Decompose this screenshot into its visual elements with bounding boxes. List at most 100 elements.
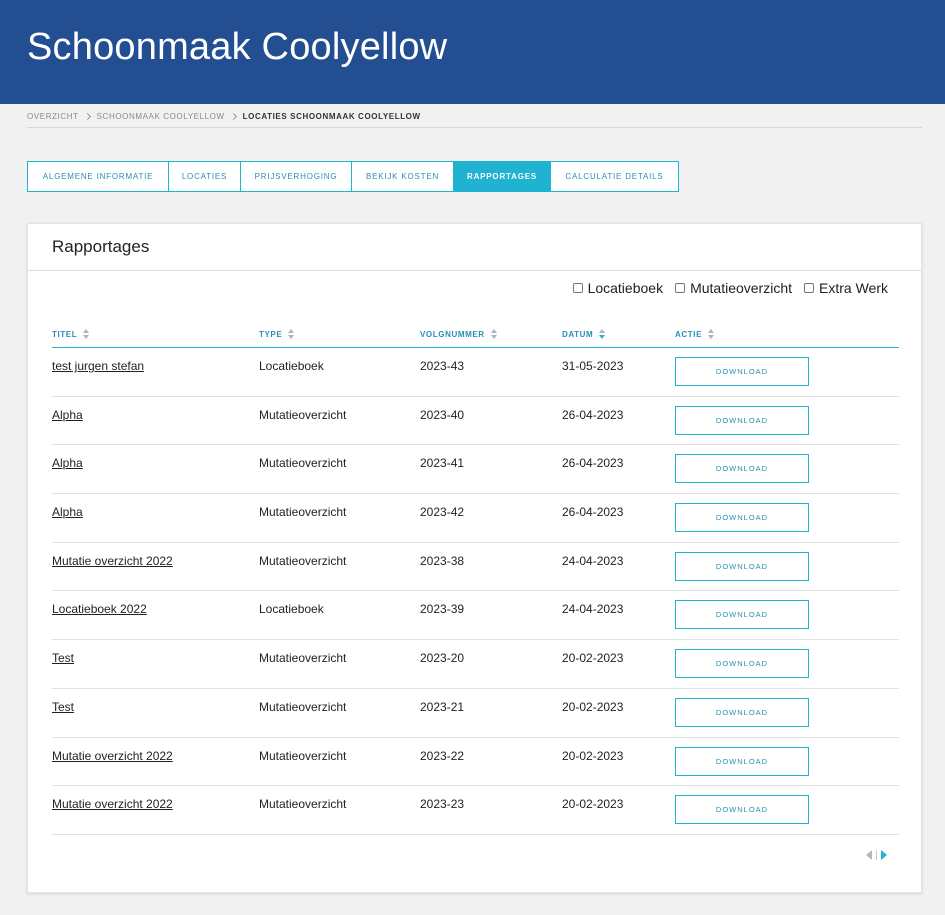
column-header-actie[interactable]: Actie (675, 320, 714, 348)
report-datum: 26-04-2023 (562, 456, 624, 471)
tab-calculatie-details[interactable]: Calculatie details (550, 161, 679, 192)
card-title: Rapportages (52, 237, 150, 256)
report-datum: 24-04-2023 (562, 553, 624, 568)
checkbox[interactable] (572, 283, 583, 293)
report-volgnummer: 2023-38 (420, 553, 465, 568)
report-datum: 26-04-2023 (562, 505, 624, 520)
caret-left-icon[interactable] (866, 850, 872, 860)
breadcrumb-item-current: Locaties Schoonmaak Coolyellow (242, 112, 421, 121)
download-button[interactable]: Download (675, 454, 809, 484)
column-header-datum[interactable]: Datum (562, 320, 606, 348)
table-row: Test Mutatieoverzicht 2023-20 20-02-2023 Dow… (52, 640, 899, 689)
column-header-titel[interactable]: Titel (52, 320, 90, 348)
chevron-right-icon (229, 112, 237, 121)
table-row: Test Mutatieoverzicht 2023-21 20-02-2023 Dow… (52, 689, 899, 738)
table-body: test jurgen stefan Locatieboek 2023-43 31-0… (52, 348, 899, 835)
download-button[interactable]: Download (675, 697, 809, 727)
report-type: Mutatieoverzicht (259, 407, 347, 422)
table-row: Alpha Mutatieoverzicht 2023-41 26-04-2023 Do… (52, 445, 899, 495)
report-type: Mutatieoverzicht (259, 553, 347, 568)
tab-rapportages[interactable]: Rapportages (453, 161, 551, 192)
type-filters: Locatieboek Mutatieoverzicht Extra Werk (572, 280, 888, 296)
sort-icon (83, 329, 90, 339)
checkbox[interactable] (804, 283, 815, 293)
divider (876, 850, 877, 860)
breadcrumb-item-schoonmaak[interactable]: Schoonmaak Coolyellow (97, 112, 225, 121)
download-button[interactable]: Download (675, 357, 809, 386)
download-button[interactable]: Download (675, 503, 809, 533)
report-title-link[interactable]: Mutatie overzicht 2022 (52, 797, 173, 811)
report-title-link[interactable]: Mutatie overzicht 2022 (52, 749, 173, 763)
sort-desc-icon (599, 329, 606, 339)
report-volgnummer: 2023-23 (420, 797, 465, 812)
filter-label: Locatieboek (587, 280, 664, 296)
report-title-link[interactable]: Locatieboek 2022 (52, 602, 147, 616)
filter-label: Mutatieoverzicht (690, 280, 793, 296)
report-datum: 20-02-2023 (562, 797, 624, 812)
column-header-volgnummer[interactable]: Volgnummer (420, 320, 497, 348)
tab-bekijk-kosten[interactable]: Bekijk kosten (351, 161, 454, 192)
report-title-link[interactable]: test jurgen stefan (52, 359, 144, 373)
chevron-right-icon (83, 112, 91, 121)
report-title-link[interactable]: Mutatie overzicht 2022 (52, 554, 173, 568)
download-button[interactable]: Download (675, 600, 809, 630)
table-header: Titel Type Volgnummer Datum Actie (52, 320, 899, 348)
rapportages-card: Rapportages Locatieboek Mutatieoverzicht… (27, 223, 922, 893)
report-title-link[interactable]: Test (52, 700, 74, 714)
table-row: test jurgen stefan Locatieboek 2023-43 31-0… (52, 348, 899, 397)
download-button[interactable]: Download (675, 795, 809, 825)
tab-algemene-informatie[interactable]: Algemene informatie (27, 161, 169, 192)
report-volgnummer: 2023-43 (420, 359, 465, 373)
report-type: Mutatieoverzicht (259, 699, 347, 714)
filter-label: Extra Werk (819, 280, 888, 296)
download-button[interactable]: Download (675, 746, 809, 776)
table-row: Locatieboek 2022 Locatieboek 2023-39 24-04-… (52, 591, 899, 641)
sort-icon (708, 329, 714, 339)
breadcrumb-item-overzicht[interactable]: Overzicht (27, 112, 79, 121)
report-type: Locatieboek (259, 359, 324, 373)
filter-locatieboek[interactable]: Locatieboek (572, 280, 664, 296)
report-title-link[interactable]: Alpha (52, 456, 83, 470)
report-type: Mutatieoverzicht (259, 797, 347, 812)
tab-bar: Algemene informatie Locaties Prijsverhog… (27, 161, 679, 192)
sort-icon (288, 329, 295, 339)
page-header: Schoonmaak Coolyellow (0, 0, 945, 104)
table-row: Mutatie overzicht 2022 Mutatieoverzicht 20… (52, 786, 899, 835)
report-volgnummer: 2023-41 (420, 456, 465, 471)
report-type: Mutatieoverzicht (259, 651, 347, 666)
report-datum: 31-05-2023 (562, 359, 624, 373)
report-title-link[interactable]: Alpha (52, 408, 83, 422)
table-row: Alpha Mutatieoverzicht 2023-42 26-04-2023 Do… (52, 494, 899, 543)
table-row: Alpha Mutatieoverzicht 2023-40 26-04-2023 Do… (52, 397, 899, 446)
caret-right-icon[interactable] (881, 850, 887, 860)
report-volgnummer: 2023-40 (420, 407, 465, 422)
report-title-link[interactable]: Alpha (52, 505, 83, 519)
download-button[interactable]: Download (675, 551, 809, 581)
report-datum: 20-02-2023 (562, 699, 624, 714)
filter-extra-werk[interactable]: Extra Werk (804, 280, 888, 296)
report-volgnummer: 2023-42 (420, 505, 465, 520)
breadcrumb: Overzicht Schoonmaak Coolyellow Locaties… (27, 112, 922, 128)
tab-prijsverhoging[interactable]: Prijsverhoging (240, 161, 352, 192)
report-datum: 20-02-2023 (562, 651, 624, 666)
report-volgnummer: 2023-39 (420, 602, 465, 617)
report-datum: 20-02-2023 (562, 748, 624, 763)
report-volgnummer: 2023-21 (420, 699, 465, 714)
filter-mutatieoverzicht[interactable]: Mutatieoverzicht (675, 280, 792, 296)
download-button[interactable]: Download (675, 649, 809, 679)
sort-icon (490, 329, 497, 339)
report-volgnummer: 2023-22 (420, 748, 465, 763)
tab-locaties[interactable]: Locaties (168, 161, 241, 192)
checkbox[interactable] (675, 283, 686, 293)
report-volgnummer: 2023-20 (420, 651, 465, 666)
pagination (866, 850, 887, 860)
column-header-type[interactable]: Type (259, 320, 295, 348)
report-datum: 26-04-2023 (562, 407, 624, 422)
report-title-link[interactable]: Test (52, 651, 74, 665)
table-row: Mutatie overzicht 2022 Mutatieoverzicht 20… (52, 543, 899, 592)
download-button[interactable]: Download (675, 405, 809, 435)
divider (28, 270, 921, 271)
report-datum: 24-04-2023 (562, 602, 624, 617)
report-type: Mutatieoverzicht (259, 456, 347, 471)
report-type: Mutatieoverzicht (259, 505, 347, 520)
